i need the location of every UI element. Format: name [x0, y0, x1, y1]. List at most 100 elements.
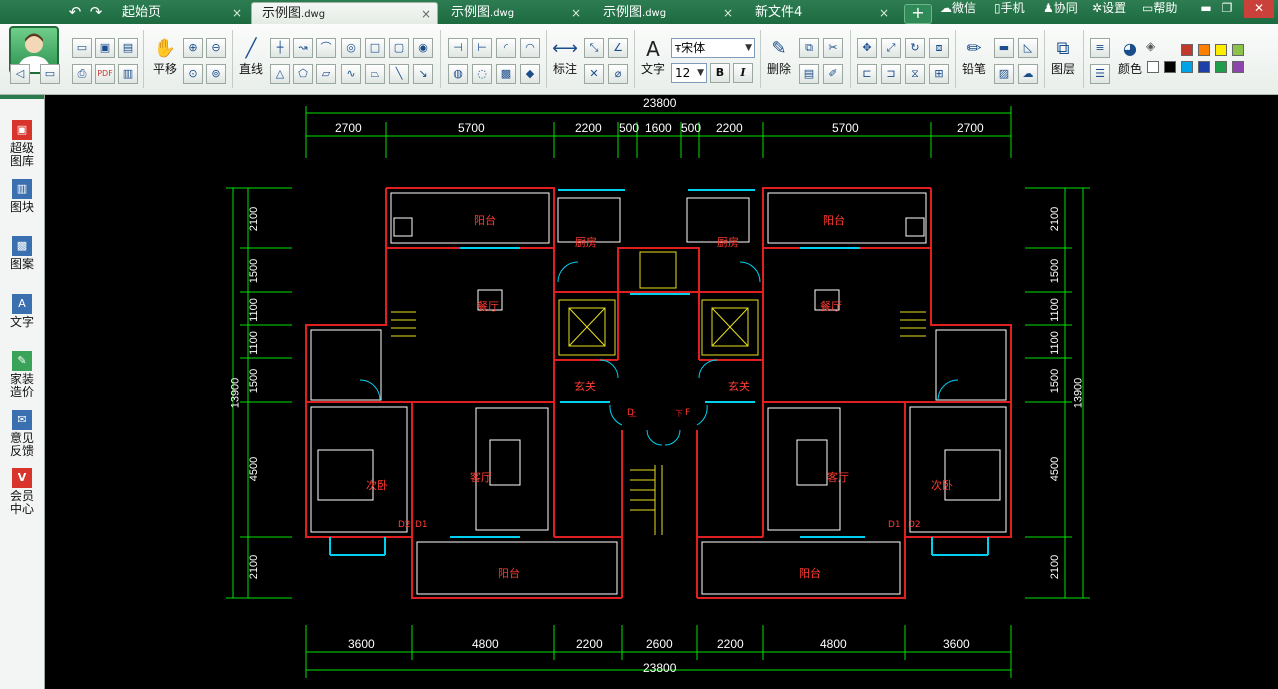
grid-array-icon[interactable]: ⊞ [929, 64, 949, 84]
arc-line-icon[interactable]: ↝ [293, 38, 313, 58]
color-swatch[interactable] [1232, 44, 1244, 56]
close-window-button[interactable]: ✕ [1244, 0, 1274, 18]
color-swatch[interactable] [1215, 44, 1227, 56]
aligned-dim-icon[interactable]: ⤡ [584, 38, 604, 58]
sidebar-item-cost[interactable]: ✎ 家装 造价 [0, 351, 44, 399]
copy-icon[interactable]: ⧉ [799, 38, 819, 58]
cloud-icon[interactable]: ☁ [1018, 64, 1038, 84]
tab-close-icon[interactable]: × [571, 2, 581, 24]
color-swatch[interactable] [1181, 61, 1193, 73]
dimension-button[interactable]: ⟷ 标注 [552, 38, 578, 77]
format-brush-icon[interactable]: ✐ [823, 64, 843, 84]
extend-icon[interactable]: ⊢ [472, 38, 492, 58]
tab-drawing-3[interactable]: 示例图.dwg × [593, 2, 739, 24]
fill-icon[interactable]: ◆ [520, 64, 540, 84]
zoom-out-icon[interactable]: ⊖ [206, 38, 226, 58]
fillet-icon[interactable]: ◜ [496, 38, 516, 58]
angle-dim-icon[interactable]: ∠ [608, 38, 628, 58]
layer-button[interactable]: ⧉ 图层 [1050, 38, 1076, 77]
color-button[interactable]: ◕ 颜色 [1117, 38, 1143, 77]
line-button[interactable]: ╱ 直线 [238, 38, 264, 77]
save-icon[interactable]: ▣ [95, 38, 115, 58]
circle-icon[interactable]: ◎ [341, 38, 361, 58]
curve-icon[interactable]: ∿ [341, 64, 361, 84]
array-copy-icon[interactable]: ⧈ [929, 38, 949, 58]
break-icon[interactable]: ◌ [472, 64, 492, 84]
tab-drawing-1[interactable]: 示例图.dwg × [251, 2, 438, 24]
font-select[interactable]: Ŧ宋体 ▼ [671, 38, 755, 58]
align-icon[interactable]: ⊐ [881, 64, 901, 84]
parallelogram-icon[interactable]: ▱ [316, 64, 336, 84]
tab-close-icon[interactable]: × [879, 2, 889, 24]
drawing-canvas[interactable]: 23800 2700 5700 2200 500 1600 500 2200 5… [45, 95, 1278, 689]
diameter-dim-icon[interactable]: ⌀ [608, 64, 628, 84]
offset-icon[interactable]: ◍ [448, 64, 468, 84]
scale-icon[interactable]: ⤢ [881, 38, 901, 58]
color-swatch[interactable] [1164, 61, 1176, 73]
rectangle-icon[interactable]: □ [365, 38, 385, 58]
font-size-select[interactable]: 12 ▼ [671, 63, 707, 83]
bold-button[interactable]: B [710, 63, 730, 83]
insert-image-icon[interactable]: ▨ [994, 64, 1014, 84]
zoom-window-icon[interactable]: ⊙ [183, 64, 203, 84]
pan-button[interactable]: ✋ 平移 [150, 38, 180, 77]
minimize-button[interactable]: ▬ [1195, 0, 1217, 18]
sidebar-item-text[interactable]: A 文字 [0, 294, 44, 329]
sidebar-item-hatch[interactable]: ▩ 图案 [0, 236, 44, 271]
collab-link[interactable]: ♟协同 [1043, 0, 1078, 20]
zoom-extents-icon[interactable]: ⊚ [206, 64, 226, 84]
text-button[interactable]: A 文字 [640, 38, 666, 77]
hatch-icon[interactable]: ▩ [496, 64, 516, 84]
new-tab-button[interactable]: + [904, 4, 932, 24]
sidebar-item-feedback[interactable]: ✉ 意见 反馈 [0, 410, 44, 458]
move-icon[interactable]: ✥ [857, 38, 877, 58]
save-as-icon[interactable]: ▤ [118, 38, 138, 58]
color-swatch[interactable] [1147, 61, 1159, 73]
arrow-line-icon[interactable]: ↘ [413, 64, 433, 84]
open-file-icon[interactable]: ▭ [72, 38, 92, 58]
undo-icon[interactable]: ↶ [66, 3, 84, 21]
rounded-rect-icon[interactable]: ▢ [389, 38, 409, 58]
rotate-icon[interactable]: ↻ [905, 38, 925, 58]
settings-link[interactable]: ✲设置 [1092, 0, 1126, 20]
sidebar-item-blocks[interactable]: ▥ 图块 [0, 179, 44, 214]
color-swatch[interactable] [1232, 61, 1244, 73]
tab-close-icon[interactable]: × [723, 2, 733, 24]
redo-icon[interactable]: ↷ [87, 3, 105, 21]
sidebar-item-gallery[interactable]: ▣ 超级 图库 [0, 120, 44, 168]
tab-drawing-2[interactable]: 示例图.dwg × [441, 2, 587, 24]
area-icon[interactable]: ◺ [1018, 38, 1038, 58]
color-swatch[interactable] [1198, 44, 1210, 56]
color-swatch[interactable] [1181, 44, 1193, 56]
tab-start-page[interactable]: 起始页 × [112, 2, 248, 24]
diagonal-line-icon[interactable]: ╲ [389, 64, 409, 84]
paste-icon[interactable]: ▤ [799, 64, 819, 84]
color-swatch[interactable] [1198, 61, 1210, 73]
back-icon[interactable]: ◁ [10, 64, 30, 84]
cut-icon[interactable]: ✂ [823, 38, 843, 58]
color-swatch[interactable] [1215, 61, 1227, 73]
tab-new-file[interactable]: 新文件4 × [745, 2, 895, 24]
trim-icon[interactable]: ⊣ [448, 38, 468, 58]
delete-button[interactable]: ✎ 删除 [766, 38, 792, 77]
sidebar-item-vip[interactable]: V 会员 中心 [0, 468, 44, 516]
pencil-button[interactable]: ✏ 铅笔 [961, 38, 987, 77]
lineweight-icon[interactable]: ≡ [1090, 38, 1110, 58]
measure-icon[interactable]: ▬ [994, 38, 1014, 58]
phone-link[interactable]: ▯手机 [994, 0, 1025, 20]
trapezoid-icon[interactable]: ⏢ [365, 64, 385, 84]
wechat-link[interactable]: ☁微信 [940, 0, 976, 20]
tab-close-icon[interactable]: × [232, 2, 242, 24]
print-icon[interactable]: ⎙ [72, 64, 92, 84]
chamfer-icon[interactable]: ◠ [520, 38, 540, 58]
zoom-in-icon[interactable]: ⊕ [183, 38, 203, 58]
stretch-icon[interactable]: ⊏ [857, 64, 877, 84]
pentagon-icon[interactable]: ⬠ [293, 64, 313, 84]
linetype-icon[interactable]: ☰ [1090, 64, 1110, 84]
polyline-icon[interactable]: ┼ [270, 38, 290, 58]
ellipse-icon[interactable]: ◉ [413, 38, 433, 58]
layer-state-icon[interactable]: ◈ [1146, 39, 1155, 53]
triangle-icon[interactable]: △ [270, 64, 290, 84]
italic-button[interactable]: I [733, 63, 753, 83]
export-image-icon[interactable]: ▥ [118, 64, 138, 84]
